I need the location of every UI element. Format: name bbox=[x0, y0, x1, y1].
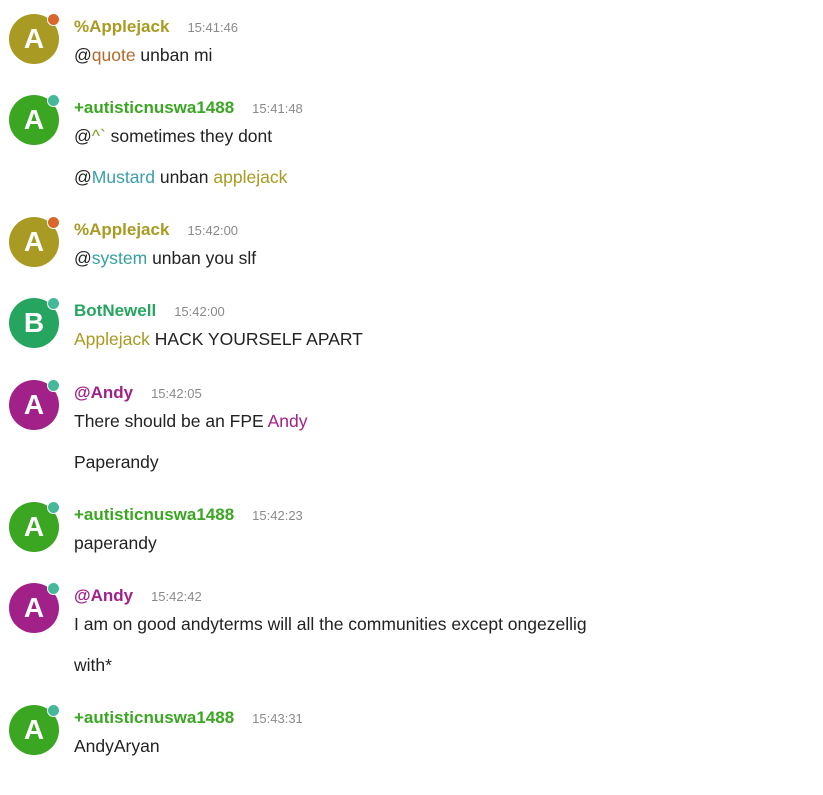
timestamp: 15:41:46 bbox=[187, 20, 239, 35]
status-dot-icon bbox=[47, 379, 60, 392]
user-avatar[interactable]: A bbox=[9, 582, 60, 633]
username[interactable]: %Applejack bbox=[74, 220, 169, 239]
at-sign: @ bbox=[74, 248, 92, 268]
username[interactable]: %Applejack bbox=[74, 17, 169, 36]
message-text: There should be an FPE Andy bbox=[74, 411, 307, 432]
user-avatar[interactable]: A bbox=[9, 501, 60, 552]
username[interactable]: +autisticnuswa1488 bbox=[74, 708, 234, 727]
mention-system[interactable]: system bbox=[92, 248, 147, 268]
user-avatar[interactable]: A bbox=[9, 94, 60, 145]
username[interactable]: @Andy bbox=[74, 586, 133, 605]
message-text: @system unban you slf bbox=[74, 248, 256, 269]
status-dot-icon bbox=[47, 297, 60, 310]
status-dot-icon bbox=[47, 94, 60, 107]
message-body: There should be an FPE bbox=[74, 411, 268, 431]
username[interactable]: @Andy bbox=[74, 383, 133, 402]
username[interactable]: +autisticnuswa1488 bbox=[74, 505, 234, 524]
user-avatar[interactable]: A bbox=[9, 13, 60, 64]
user-avatar[interactable]: B bbox=[9, 297, 60, 348]
user-avatar[interactable]: A bbox=[9, 216, 60, 267]
username[interactable]: BotNewell bbox=[74, 301, 156, 320]
at-sign: @ bbox=[74, 167, 92, 187]
message-body: unban mi bbox=[135, 45, 213, 65]
message-body: unban you slf bbox=[147, 248, 257, 268]
mention-applejack[interactable]: Applejack bbox=[74, 329, 150, 349]
status-dot-icon bbox=[47, 501, 60, 514]
mention-quote[interactable]: quote bbox=[92, 45, 136, 65]
message-text: I am on good andyterms will all the comm… bbox=[74, 614, 587, 635]
message-body: with* bbox=[74, 655, 112, 675]
timestamp: 15:42:05 bbox=[151, 386, 202, 401]
status-dot-icon bbox=[47, 216, 60, 229]
status-dot-icon bbox=[47, 582, 60, 595]
at-sign: @ bbox=[74, 126, 92, 146]
message-body: HACK YOURSELF APART bbox=[149, 329, 363, 349]
message-text: @Mustard unban applejack bbox=[74, 167, 287, 188]
status-dot-icon bbox=[47, 704, 60, 717]
message-text: @quote unban mi bbox=[74, 45, 212, 66]
message-text: AndyAryan bbox=[74, 736, 160, 757]
message-body: unban bbox=[154, 167, 214, 187]
mention-caret[interactable]: ^` bbox=[92, 126, 106, 146]
message-body: I am on good andyterms will all the comm… bbox=[74, 614, 587, 634]
message-text: Applejack HACK YOURSELF APART bbox=[74, 329, 363, 350]
username[interactable]: +autisticnuswa1488 bbox=[74, 98, 234, 117]
user-avatar[interactable]: A bbox=[9, 704, 60, 755]
message-body: sometimes they dont bbox=[105, 126, 273, 146]
mention-mustard[interactable]: Mustard bbox=[92, 167, 155, 187]
message-text: paperandy bbox=[74, 533, 157, 554]
status-dot-icon bbox=[47, 13, 60, 26]
user-avatar[interactable]: A bbox=[9, 379, 60, 430]
timestamp: 15:43:31 bbox=[252, 711, 303, 726]
message-text: with* bbox=[74, 655, 112, 676]
message-text: Paperandy bbox=[74, 452, 159, 473]
message-body: paperandy bbox=[74, 533, 157, 553]
message-body: AndyAryan bbox=[74, 736, 160, 756]
timestamp: 15:41:48 bbox=[252, 101, 303, 116]
timestamp: 15:42:00 bbox=[174, 304, 225, 319]
at-sign: @ bbox=[74, 45, 92, 65]
message-text: @^` sometimes they dont bbox=[74, 126, 272, 147]
timestamp: 15:42:42 bbox=[151, 589, 202, 604]
timestamp: 15:42:23 bbox=[252, 508, 303, 523]
mention-applejack[interactable]: applejack bbox=[213, 167, 287, 187]
mention-andy[interactable]: Andy bbox=[268, 411, 308, 431]
timestamp: 15:42:00 bbox=[187, 223, 239, 238]
message-body: Paperandy bbox=[74, 452, 159, 472]
